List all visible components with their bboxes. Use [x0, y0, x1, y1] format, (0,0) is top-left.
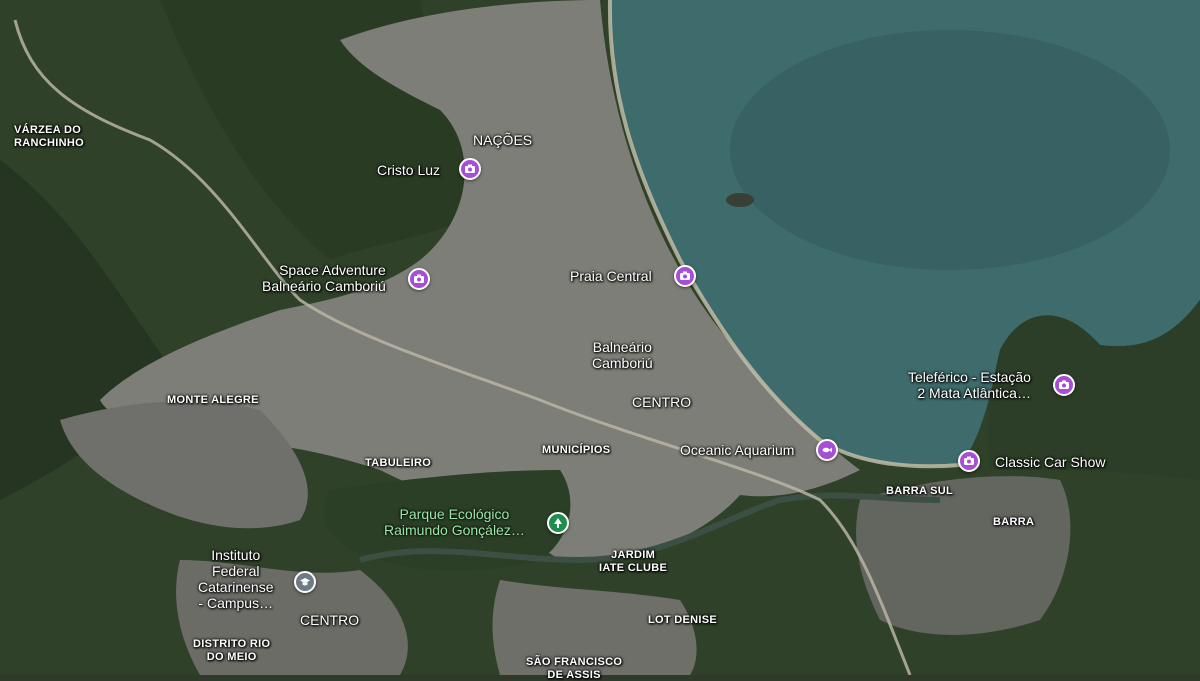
- label-monte-alegre: MONTE ALEGRE: [167, 394, 259, 406]
- poi-label-oceanic-aquarium[interactable]: Oceanic Aquarium: [680, 442, 794, 458]
- poi-label-space-adventure[interactable]: Space Adventure Balneário Camboriú: [262, 262, 386, 294]
- camera-icon: [964, 456, 974, 465]
- label-tabuleiro: TABULEIRO: [365, 457, 432, 469]
- poi-label-praia-central[interactable]: Praia Central: [570, 268, 652, 284]
- label-centro-sw: CENTRO: [300, 612, 360, 628]
- label-barra-sul: BARRA SUL: [886, 485, 954, 497]
- poi-label-teleferico[interactable]: Teleférico - Estação 2 Mata Atlântica…: [908, 369, 1031, 401]
- camera-icon: [414, 274, 424, 283]
- poi-pin-classic-car-show[interactable]: [958, 450, 980, 472]
- poi-pin-praia-central[interactable]: [674, 265, 696, 287]
- fish-icon: [822, 447, 832, 453]
- school-icon: [300, 578, 310, 586]
- poi-pin-cristo-luz[interactable]: [459, 158, 481, 180]
- label-nacoes: NAÇÕES: [473, 132, 533, 148]
- label-distrito: DISTRITO RIO DO MEIO: [193, 638, 271, 663]
- poi-label-cristo-luz[interactable]: Cristo Luz: [377, 162, 440, 178]
- poi-pin-teleferico[interactable]: [1053, 374, 1075, 396]
- label-barra: BARRA: [993, 516, 1035, 528]
- poi-pin-parque-ecologico[interactable]: [547, 512, 569, 534]
- poi-pin-space-adventure[interactable]: [408, 268, 430, 290]
- poi-label-instituto-federal[interactable]: Instituto Federal Catarinense - Campus…: [198, 547, 274, 611]
- tree-icon: [554, 518, 562, 528]
- label-centro-main: CENTRO: [632, 394, 692, 410]
- label-sao-francisco: SÃO FRANCISCO DE ASSIS: [526, 656, 623, 681]
- poi-label-parque-ecologico[interactable]: Parque Ecológico Raimundo Gonçález…: [384, 506, 525, 538]
- poi-pin-oceanic-aquarium[interactable]: [816, 439, 838, 461]
- label-varzea: VÁRZEA DO RANCHINHO: [14, 124, 84, 149]
- camera-icon: [1059, 380, 1069, 389]
- label-city: Balneário Camboriú: [592, 339, 653, 372]
- camera-icon: [465, 164, 475, 173]
- label-lot-denise: LOT DENISE: [648, 614, 718, 626]
- label-municipios: MUNICÍPIOS: [542, 444, 611, 456]
- poi-pin-instituto-federal[interactable]: [294, 571, 316, 593]
- poi-label-classic-car-show[interactable]: Classic Car Show: [995, 454, 1105, 470]
- ocean-deep: [730, 30, 1170, 270]
- island: [726, 193, 754, 207]
- camera-icon: [680, 271, 690, 280]
- label-jardim-iate: JARDIM IATE CLUBE: [599, 549, 668, 574]
